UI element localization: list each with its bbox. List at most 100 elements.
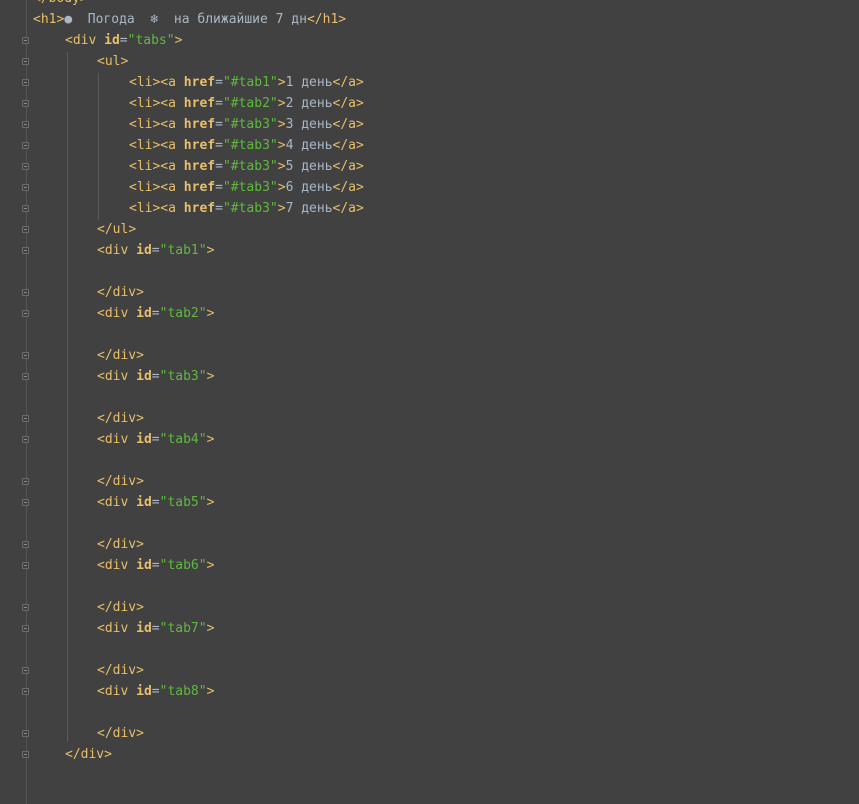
- code-line[interactable]: <li><a href="#tab2">2 день</a>: [129, 93, 364, 114]
- tag-bracket: <: [97, 369, 105, 384]
- fold-marker-icon[interactable]: [22, 541, 29, 548]
- fold-marker-icon[interactable]: [22, 226, 29, 233]
- code-line[interactable]: <div id="tab5">: [97, 492, 214, 513]
- fold-marker-icon[interactable]: [22, 184, 29, 191]
- tag-bracket: >: [206, 495, 215, 510]
- code-line[interactable]: </div>: [97, 597, 144, 618]
- tag-bracket: <: [97, 558, 105, 573]
- tag-bracket: </: [97, 726, 113, 741]
- code-editor[interactable]: </body><h1>● Погода ❄ на ближайшие 7 дн<…: [0, 0, 859, 804]
- code-line[interactable]: <li><a href="#tab3">6 день</a>: [129, 177, 364, 198]
- code-line[interactable]: </body>: [33, 0, 88, 9]
- code-line[interactable]: <li><a href="#tab3">3 день</a>: [129, 114, 364, 135]
- tag-open: <li><a: [129, 75, 184, 90]
- fold-marker-icon[interactable]: [22, 415, 29, 422]
- fold-marker-icon[interactable]: [22, 247, 29, 254]
- fold-marker-icon[interactable]: [22, 730, 29, 737]
- tag-bracket: </: [97, 285, 113, 300]
- code-line[interactable]: </div>: [97, 345, 144, 366]
- code-line[interactable]: <ul>: [97, 51, 128, 72]
- fold-marker-icon[interactable]: [22, 751, 29, 758]
- tag-name: div: [112, 600, 137, 615]
- tag-open: <li><a: [129, 96, 184, 111]
- tag-name: div: [104, 306, 129, 321]
- fold-marker-icon[interactable]: [22, 436, 29, 443]
- code-line[interactable]: </div>: [65, 744, 112, 765]
- attribute-name: id: [136, 306, 152, 321]
- tag-bracket: >: [277, 138, 286, 153]
- code-line[interactable]: <div id="tab1">: [97, 240, 214, 261]
- fold-marker-icon[interactable]: [22, 667, 29, 674]
- code-line[interactable]: <div id="tab2">: [97, 303, 214, 324]
- fold-marker-icon[interactable]: [22, 478, 29, 485]
- fold-marker-icon[interactable]: [22, 604, 29, 611]
- attribute-name: href: [183, 96, 216, 111]
- fold-marker-icon[interactable]: [22, 289, 29, 296]
- fold-marker-icon[interactable]: [22, 79, 29, 86]
- attribute-name: href: [183, 138, 216, 153]
- fold-marker-icon[interactable]: [22, 373, 29, 380]
- tag-bracket: >: [104, 747, 112, 762]
- tag-close: </a>: [332, 96, 364, 111]
- fold-marker-icon[interactable]: [22, 625, 29, 632]
- code-line[interactable]: </div>: [97, 282, 144, 303]
- indent-guide: [98, 73, 99, 220]
- fold-marker-icon[interactable]: [22, 163, 29, 170]
- code-line[interactable]: </div>: [97, 471, 144, 492]
- code-line[interactable]: <li><a href="#tab3">5 день</a>: [129, 156, 364, 177]
- tag-bracket: >: [277, 159, 286, 174]
- fold-marker-icon[interactable]: [22, 310, 29, 317]
- code-line[interactable]: <div id="tab3">: [97, 366, 214, 387]
- tag-bracket: </: [97, 411, 113, 426]
- code-line[interactable]: <div id="tab8">: [97, 681, 214, 702]
- equals-sign: =: [119, 33, 128, 48]
- tag-bracket: </: [97, 537, 113, 552]
- fold-marker-icon[interactable]: [22, 58, 29, 65]
- attribute-name: href: [183, 159, 216, 174]
- fold-marker-icon[interactable]: [22, 499, 29, 506]
- tag-close: </a>: [332, 180, 364, 195]
- fold-marker-icon[interactable]: [22, 121, 29, 128]
- tag-name: div: [104, 495, 129, 510]
- tag-name: div: [104, 432, 129, 447]
- code-line[interactable]: </div>: [97, 534, 144, 555]
- fold-marker-icon[interactable]: [22, 352, 29, 359]
- tag-bracket: >: [136, 600, 144, 615]
- code-line[interactable]: </div>: [97, 408, 144, 429]
- fold-marker-icon[interactable]: [22, 100, 29, 107]
- fold-marker-icon[interactable]: [22, 688, 29, 695]
- code-line[interactable]: <div id="tab6">: [97, 555, 214, 576]
- tag-name: ul: [104, 54, 121, 69]
- tag-bracket: >: [174, 33, 183, 48]
- tag-bracket: >: [136, 726, 144, 741]
- tag-bracket: <: [97, 306, 105, 321]
- tag-bracket: </: [97, 222, 113, 237]
- code-line[interactable]: </div>: [97, 660, 144, 681]
- code-line[interactable]: <div id="tabs">: [65, 30, 182, 51]
- tag-bracket: <: [97, 54, 105, 69]
- code-line[interactable]: </div>: [97, 723, 144, 744]
- code-line[interactable]: <li><a href="#tab3">7 день</a>: [129, 198, 364, 219]
- code-line[interactable]: <div id="tab4">: [97, 429, 214, 450]
- tag-bracket: <: [97, 432, 105, 447]
- fold-marker-icon[interactable]: [22, 205, 29, 212]
- code-line[interactable]: <li><a href="#tab3">4 день</a>: [129, 135, 364, 156]
- tag-bracket: <: [97, 621, 105, 636]
- fold-marker-icon[interactable]: [22, 37, 29, 44]
- fold-marker-icon[interactable]: [22, 142, 29, 149]
- attribute-value: "tab8": [159, 684, 207, 699]
- equals-sign: =: [151, 558, 160, 573]
- code-line[interactable]: <h1>● Погода ❄ на ближайшие 7 дн</h1>: [33, 9, 346, 30]
- heading-text: Погода: [72, 12, 151, 27]
- code-line[interactable]: <li><a href="#tab1">1 день</a>: [129, 72, 364, 93]
- fold-marker-icon[interactable]: [22, 562, 29, 569]
- attribute-value: "tab1": [159, 243, 207, 258]
- equals-sign: =: [151, 621, 160, 636]
- tag-bracket: >: [206, 306, 215, 321]
- code-line[interactable]: </ul>: [97, 219, 136, 240]
- code-line[interactable]: <div id="tab7">: [97, 618, 214, 639]
